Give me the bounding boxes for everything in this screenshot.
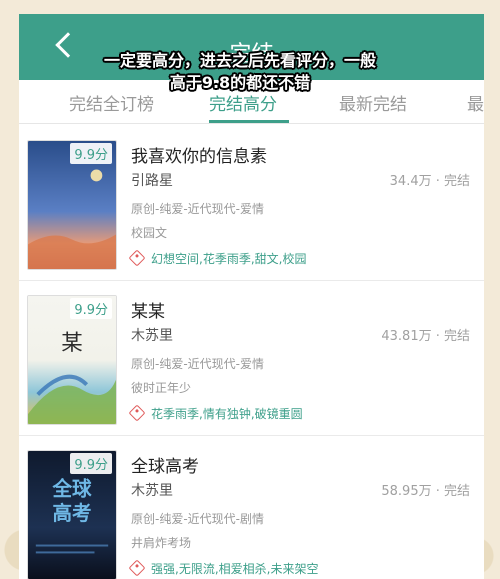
book-cover: 9.9分	[27, 140, 117, 270]
book-title: 我喜欢你的信息素	[131, 147, 267, 167]
svg-text:全球: 全球	[51, 477, 91, 500]
score-badge: 9.9分	[70, 298, 112, 319]
book-tags-text: 幻想空间,花季雨季,甜文,校园	[151, 252, 307, 266]
active-tab-indicator	[209, 120, 289, 123]
tag-icon	[128, 559, 146, 577]
book-tags-text: 强强,无限流,相爱相杀,未来架空	[151, 562, 319, 576]
caption-line-2: 高于9.8的都还不错	[169, 73, 311, 92]
book-stats: 34.4万 · 完结	[389, 174, 470, 189]
tag-icon	[128, 404, 146, 422]
book-author: 木苏里	[131, 328, 173, 344]
svg-text:某: 某	[61, 331, 83, 356]
tab-more[interactable]: 最	[467, 90, 484, 115]
overlay-caption: 一定要高分，进去之后先看评分，一般 高于9.8的都还不错	[80, 50, 400, 94]
book-cover: 全球 高考 9.9分	[27, 450, 117, 579]
book-list-item[interactable]: 9.9分 我喜欢你的信息素 引路星 34.4万 · 完结 原创-纯爱-近代现代-…	[19, 126, 484, 281]
book-author: 木苏里	[131, 483, 173, 499]
book-info: 全球高考 木苏里 58.95万 · 完结 原创-纯爱-近代现代-剧情 井肩炸考场…	[128, 452, 476, 579]
book-tags: 幻想空间,花季雨季,甜文,校园	[128, 249, 476, 270]
book-category: 原创-纯爱-近代现代-剧情	[131, 512, 264, 526]
book-stats: 58.95万 · 完结	[381, 484, 470, 499]
score-badge: 9.9分	[70, 453, 112, 474]
tag-icon	[128, 249, 146, 267]
book-info: 某某 木苏里 43.81万 · 完结 原创-纯爱-近代现代-爱情 彼时正年少 花…	[128, 297, 476, 425]
book-category: 原创-纯爱-近代现代-爱情	[131, 202, 264, 216]
book-author: 引路星	[131, 173, 173, 189]
book-list-item[interactable]: 全球 高考 9.9分 全球高考 木苏里 58.95万 · 完结 原创-纯爱-近代…	[19, 436, 484, 579]
book-list: 9.9分 我喜欢你的信息素 引路星 34.4万 · 完结 原创-纯爱-近代现代-…	[19, 126, 484, 579]
book-subtitle: 井肩炸考场	[131, 536, 192, 550]
book-stats: 43.81万 · 完结	[381, 329, 470, 344]
book-subtitle: 校园文	[131, 226, 168, 240]
book-category: 原创-纯爱-近代现代-爱情	[131, 357, 264, 371]
svg-text:高考: 高考	[52, 502, 91, 525]
book-tags: 强强,无限流,相爱相杀,未来架空	[128, 559, 476, 579]
book-title: 全球高考	[131, 457, 199, 477]
caption-line-1: 一定要高分，进去之后先看评分，一般	[103, 51, 376, 70]
book-list-item[interactable]: 某 9.9分 某某 木苏里 43.81万 · 完结 原创-纯爱-近代现代-爱情 …	[19, 281, 484, 436]
book-info: 我喜欢你的信息素 引路星 34.4万 · 完结 原创-纯爱-近代现代-爱情 校园…	[128, 142, 476, 270]
book-tags-text: 花季雨季,情有独钟,破镜重圆	[151, 407, 303, 421]
app-screen: 完结 完结全订榜 完结高分 最新完结 最 9.9分 我喜欢你的信息素 引路星 3…	[19, 14, 484, 579]
book-cover: 某 9.9分	[27, 295, 117, 425]
book-subtitle: 彼时正年少	[131, 381, 192, 395]
book-title: 某某	[131, 302, 165, 322]
score-badge: 9.9分	[70, 143, 112, 164]
book-tags: 花季雨季,情有独钟,破镜重圆	[128, 404, 476, 425]
